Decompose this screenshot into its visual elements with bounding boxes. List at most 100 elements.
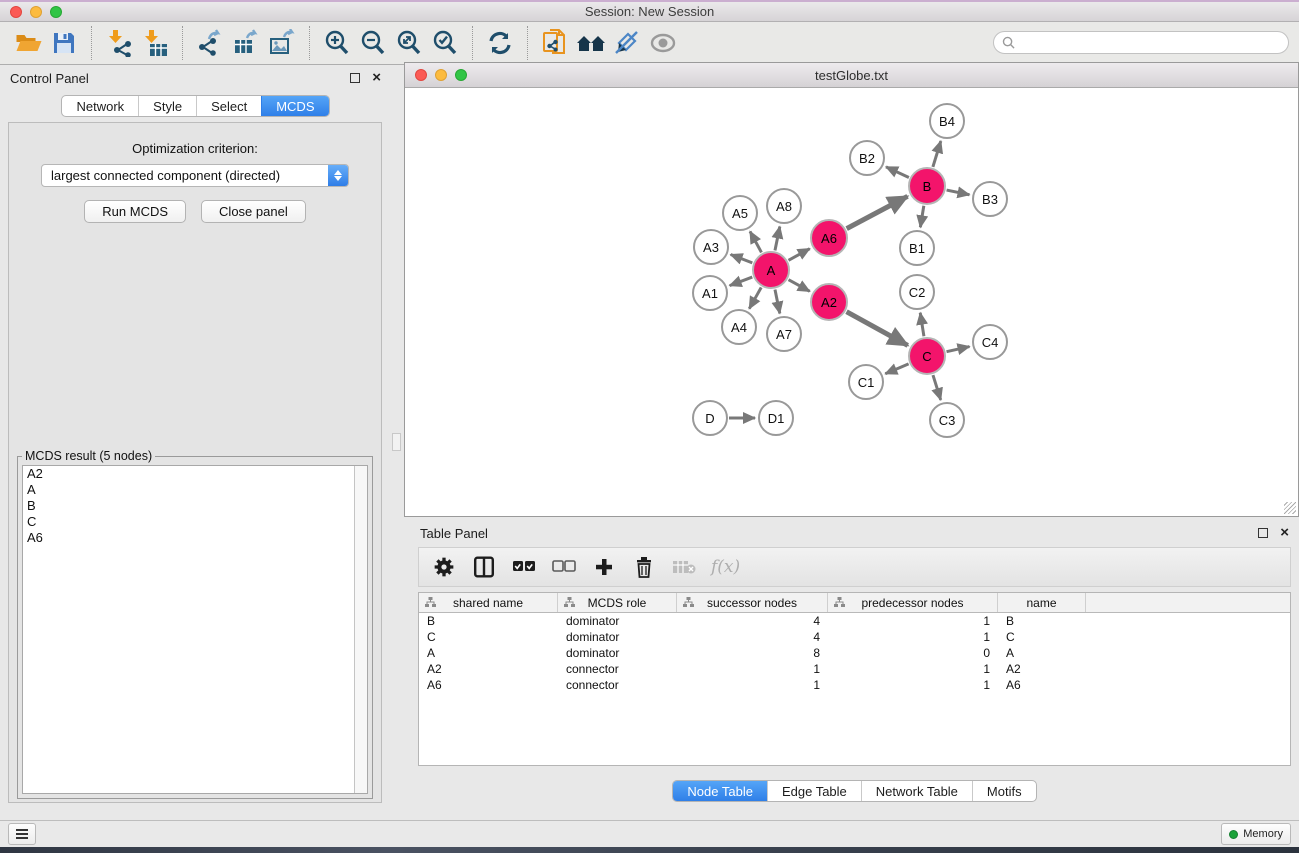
cell-name[interactable]: A2 (998, 662, 1086, 676)
graph-node-A3[interactable]: A3 (693, 229, 729, 265)
function-builder-button[interactable]: f(x) (711, 557, 740, 577)
graph-node-C1[interactable]: C1 (848, 364, 884, 400)
cell-predecessor-nodes[interactable]: 1 (828, 662, 998, 676)
resize-grip-icon[interactable] (1284, 502, 1296, 514)
add-column-button[interactable] (591, 554, 617, 580)
edge-A-A6[interactable] (789, 249, 810, 261)
cell-MCDS-role[interactable]: connector (558, 678, 677, 692)
close-panel-button[interactable]: Close panel (201, 200, 306, 223)
graph-node-A4[interactable]: A4 (721, 309, 757, 345)
edge-C-C4[interactable] (947, 347, 970, 352)
graph-node-A[interactable]: A (752, 251, 790, 289)
memory-button[interactable]: Memory (1221, 823, 1291, 845)
edge-B-B4[interactable] (933, 141, 941, 167)
edge-C-C3[interactable] (933, 375, 941, 400)
edge-A-A1[interactable] (730, 277, 753, 286)
edge-A-A5[interactable] (750, 231, 761, 252)
home-button[interactable] (573, 25, 609, 61)
table-row[interactable]: A6connector11A6 (419, 677, 1290, 693)
edge-A-A4[interactable] (749, 287, 761, 308)
graph-node-A7[interactable]: A7 (766, 316, 802, 352)
table-row[interactable]: A2connector11A2 (419, 661, 1290, 677)
cell-successor-nodes[interactable]: 4 (677, 630, 828, 644)
graph-node-B4[interactable]: B4 (929, 103, 965, 139)
graph-node-C[interactable]: C (908, 337, 946, 375)
column-header-shared-name[interactable]: shared name (419, 593, 558, 612)
panel-splitter-handle[interactable] (392, 433, 401, 451)
edge-A-A3[interactable] (731, 255, 753, 263)
edge-B-B3[interactable] (947, 190, 970, 195)
cell-successor-nodes[interactable]: 4 (677, 614, 828, 628)
tab-mcds[interactable]: MCDS (261, 96, 328, 116)
tab-node-table[interactable]: Node Table (673, 781, 767, 801)
deselect-all-button[interactable] (551, 554, 577, 580)
import-network-button[interactable] (101, 25, 137, 61)
edge-C-C2[interactable] (920, 313, 924, 336)
graph-node-B3[interactable]: B3 (972, 181, 1008, 217)
cell-MCDS-role[interactable]: dominator (558, 630, 677, 644)
zoom-selected-button[interactable] (427, 25, 463, 61)
cell-shared-name[interactable]: A2 (419, 662, 558, 676)
tab-style[interactable]: Style (138, 96, 196, 116)
graph-node-C4[interactable]: C4 (972, 324, 1008, 360)
graph-node-D1[interactable]: D1 (758, 400, 794, 436)
select-all-button[interactable] (511, 554, 537, 580)
toggle-panel-layout-button[interactable] (471, 554, 497, 580)
show-graphics-button[interactable] (645, 25, 681, 61)
column-header-name[interactable]: name (998, 593, 1086, 612)
criterion-dropdown[interactable]: largest connected component (directed) (41, 164, 349, 187)
table-row[interactable]: Cdominator41C (419, 629, 1290, 645)
graph-node-D[interactable]: D (692, 400, 728, 436)
node-table[interactable]: shared nameMCDS rolesuccessor nodesprede… (418, 592, 1291, 766)
cell-successor-nodes[interactable]: 1 (677, 662, 828, 676)
column-header-MCDS-role[interactable]: MCDS role (558, 593, 677, 612)
edge-A-A7[interactable] (775, 290, 780, 314)
cell-shared-name[interactable]: A6 (419, 678, 558, 692)
zoom-out-button[interactable] (355, 25, 391, 61)
cell-predecessor-nodes[interactable]: 1 (828, 630, 998, 644)
cell-name[interactable]: A (998, 646, 1086, 660)
search-field[interactable] (993, 31, 1289, 54)
result-item[interactable]: A2 (23, 466, 367, 482)
run-mcds-button[interactable]: Run MCDS (84, 200, 186, 223)
edge-A-A8[interactable] (775, 227, 780, 251)
cell-shared-name[interactable]: C (419, 630, 558, 644)
column-settings-button[interactable] (431, 554, 457, 580)
graph-node-A2[interactable]: A2 (810, 283, 848, 321)
cell-name[interactable]: A6 (998, 678, 1086, 692)
network-canvas[interactable]: B4B2BB3A5A8A6A3AB1A1A2C2A4A7C4CC1DD1C3 (405, 89, 1298, 516)
column-header-successor-nodes[interactable]: successor nodes (677, 593, 828, 612)
cell-predecessor-nodes[interactable]: 0 (828, 646, 998, 660)
result-item[interactable]: A (23, 482, 367, 498)
edge-A-A2[interactable] (789, 280, 810, 292)
cell-successor-nodes[interactable]: 8 (677, 646, 828, 660)
table-row[interactable]: Bdominator41B (419, 613, 1290, 629)
cell-MCDS-role[interactable]: connector (558, 662, 677, 676)
cell-successor-nodes[interactable]: 1 (677, 678, 828, 692)
graph-node-C2[interactable]: C2 (899, 274, 935, 310)
graph-node-B2[interactable]: B2 (849, 140, 885, 176)
import-table-button[interactable] (137, 25, 173, 61)
zoom-fit-button[interactable] (391, 25, 427, 61)
delete-table-button[interactable] (671, 554, 697, 580)
cell-name[interactable]: C (998, 630, 1086, 644)
table-row[interactable]: Adominator80A (419, 645, 1290, 661)
delete-column-button[interactable] (631, 554, 657, 580)
graph-node-B1[interactable]: B1 (899, 230, 935, 266)
column-header-predecessor-nodes[interactable]: predecessor nodes (828, 593, 998, 612)
task-history-button[interactable] (8, 823, 36, 845)
tab-network-table[interactable]: Network Table (861, 781, 972, 801)
export-table-button[interactable] (228, 25, 264, 61)
open-session-button[interactable] (10, 25, 46, 61)
graph-node-A8[interactable]: A8 (766, 188, 802, 224)
tab-edge-table[interactable]: Edge Table (767, 781, 861, 801)
new-network-from-selection-button[interactable] (537, 25, 573, 61)
mcds-result-list[interactable]: A2ABCA6 (22, 465, 368, 794)
cell-predecessor-nodes[interactable]: 1 (828, 678, 998, 692)
graph-node-A6[interactable]: A6 (810, 219, 848, 257)
table-float-icon[interactable] (1258, 528, 1268, 538)
cell-MCDS-role[interactable]: dominator (558, 614, 677, 628)
cell-name[interactable]: B (998, 614, 1086, 628)
graph-node-C3[interactable]: C3 (929, 402, 965, 438)
graph-node-A1[interactable]: A1 (692, 275, 728, 311)
